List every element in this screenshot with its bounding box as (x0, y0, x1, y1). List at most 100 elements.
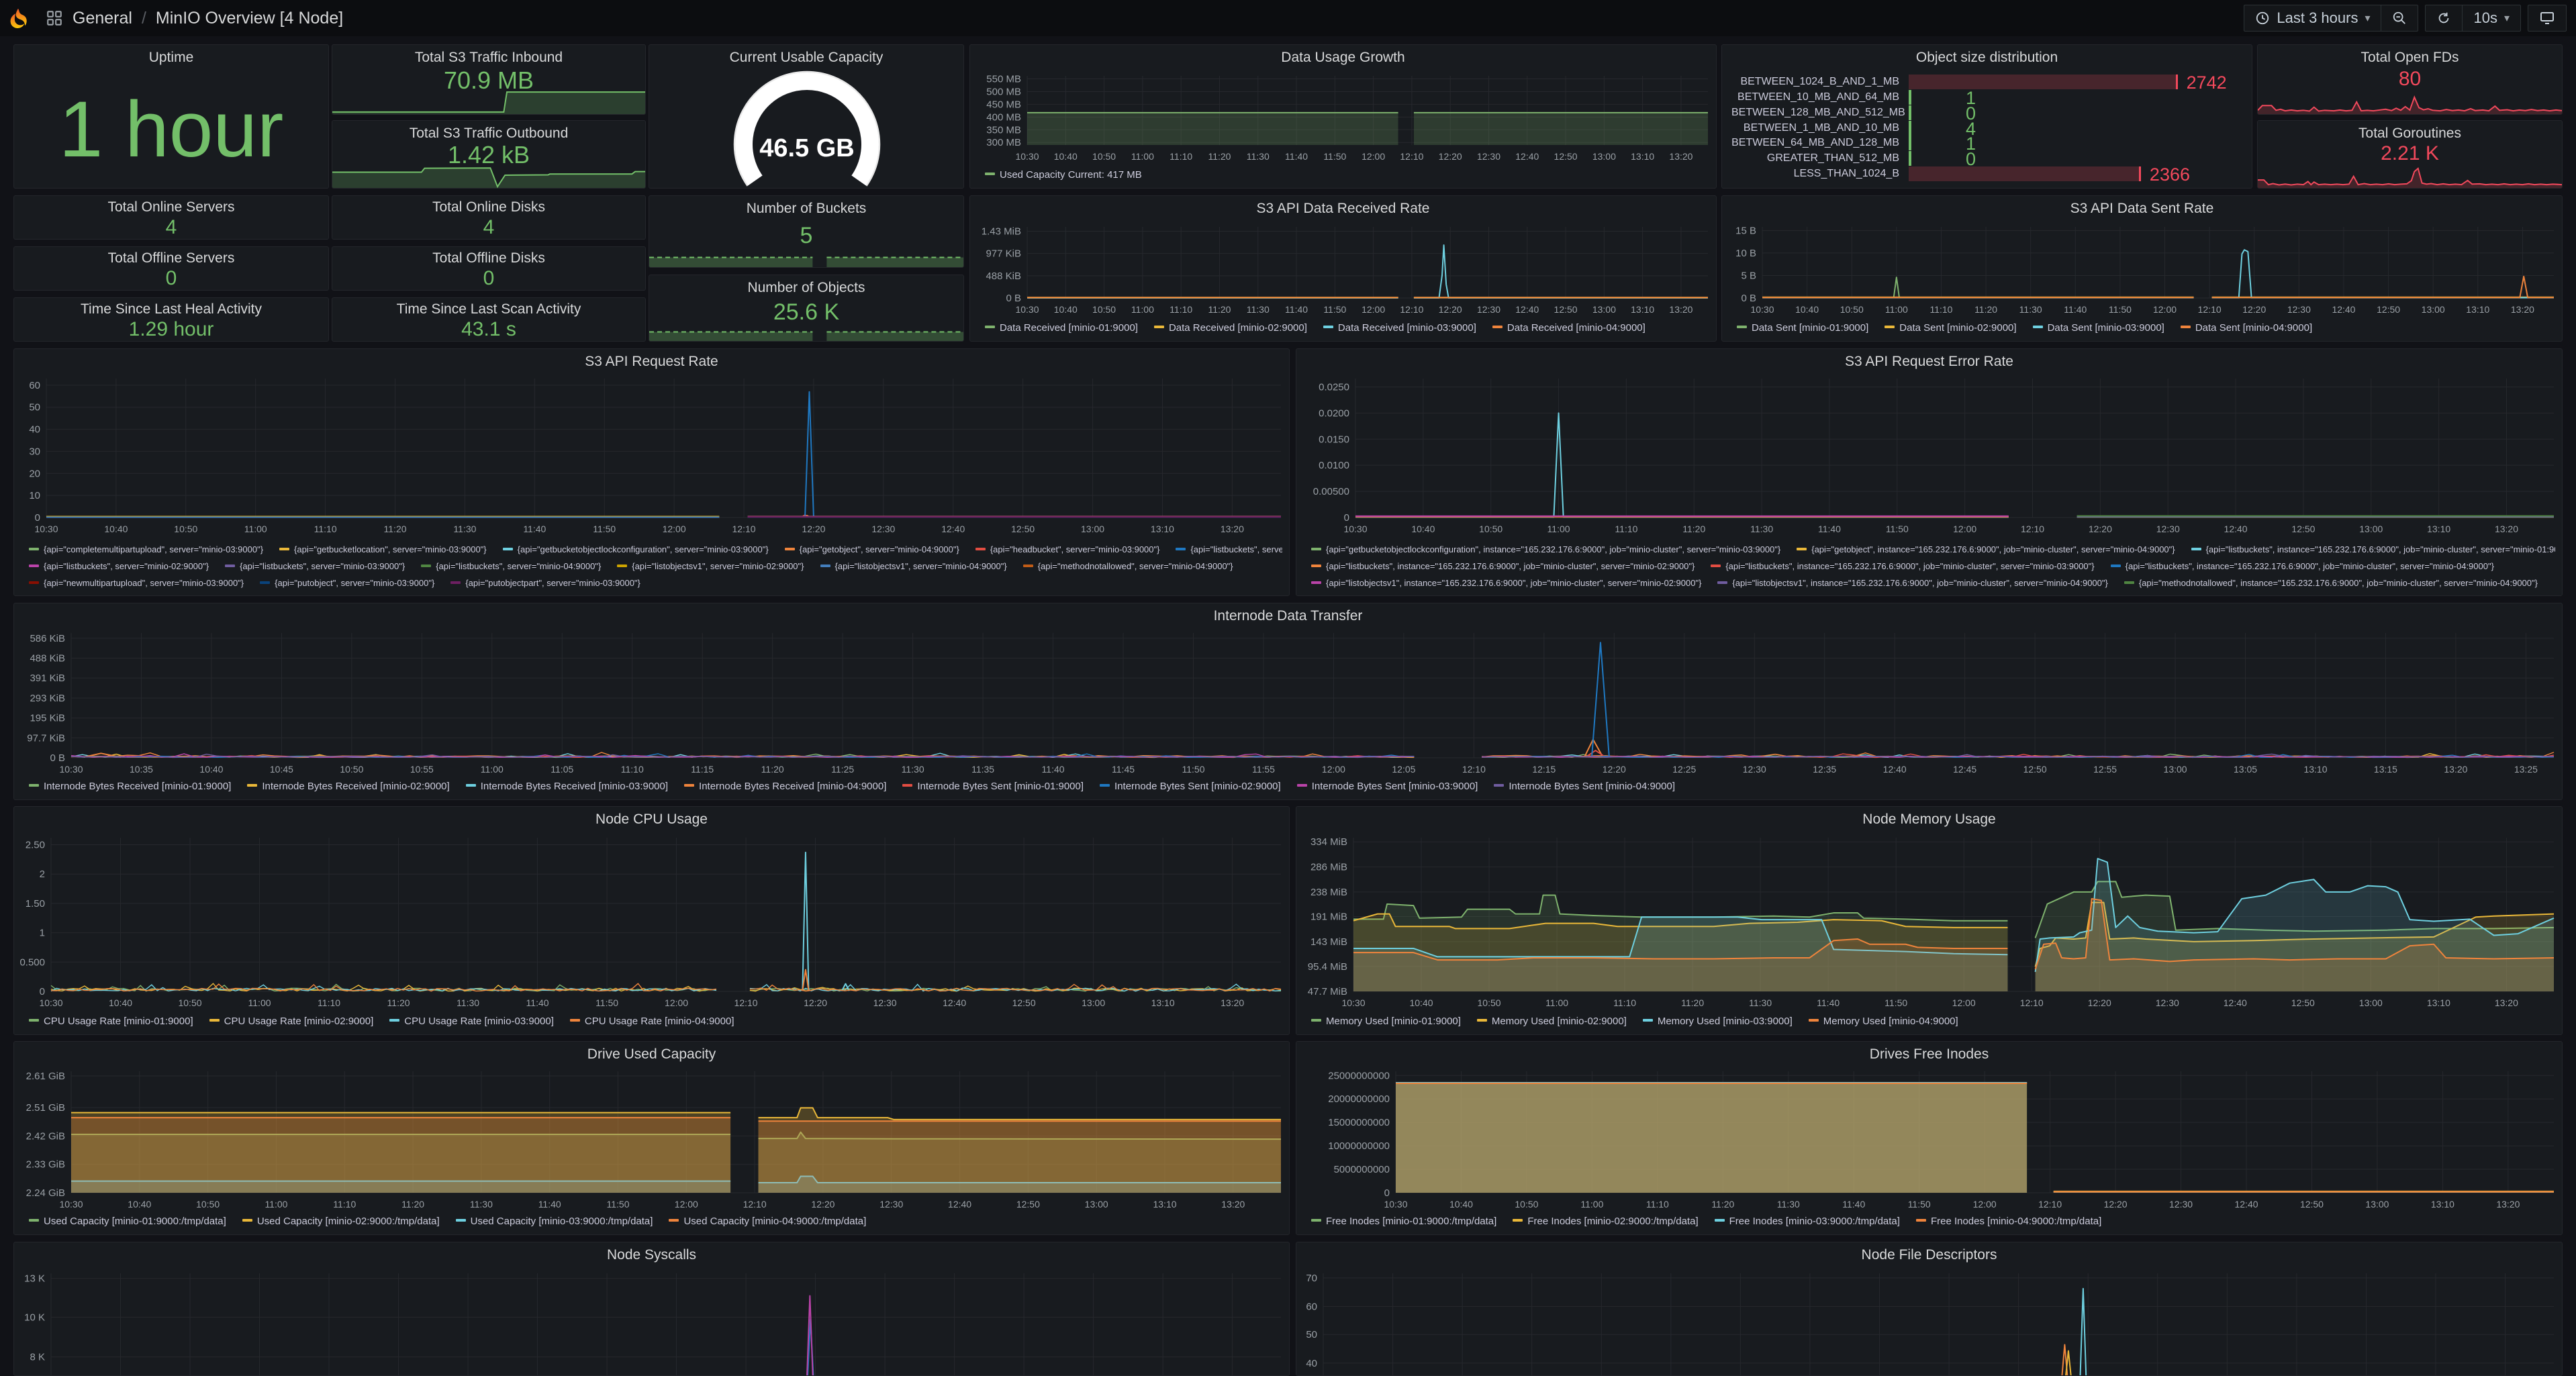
legend-item[interactable]: {api="listobjectsv1", server="minio-02:9… (617, 558, 804, 575)
panel-title[interactable]: Total Offline Servers (14, 247, 328, 267)
legend-item[interactable]: Data Received [minio-02:9000] (1154, 320, 1307, 337)
legend-item[interactable]: Data Sent [minio-02:9000] (1885, 320, 2016, 337)
legend-item[interactable]: {api="headbucket", server="minio-03:9000… (975, 541, 1160, 558)
legend-item[interactable]: Memory Used [minio-04:9000] (1809, 1013, 1958, 1030)
legend-item[interactable]: CPU Usage Rate [minio-04:9000] (570, 1013, 734, 1030)
legend-item[interactable]: Memory Used [minio-02:9000] (1477, 1013, 1627, 1030)
legend-item[interactable]: {api="methodnotallowed", server="minio-0… (1023, 558, 1233, 575)
dashboard-grid-icon[interactable] (46, 9, 63, 27)
page-title[interactable]: MinIO Overview [4 Node] (156, 9, 343, 28)
legend-item[interactable]: Internode Bytes Sent [minio-02:9000] (1100, 778, 1281, 795)
legend-item[interactable]: {api="listbuckets", instance="165.232.17… (2191, 541, 2555, 558)
legend-item[interactable]: Free Inodes [minio-04:9000:/tmp/data] (1916, 1213, 2101, 1230)
legend-item[interactable]: Data Sent [minio-01:9000] (1737, 320, 1868, 337)
error-rate-chart[interactable]: 00.005000.01000.01500.02000.025010:3010:… (1296, 373, 2562, 538)
internode-chart[interactable]: 0 B97.7 KiB195 KiB293 KiB391 KiB488 KiB5… (14, 628, 2562, 778)
legend-item[interactable]: CPU Usage Rate [minio-01:9000] (29, 1013, 193, 1030)
legend-item[interactable]: {api="getobject", server="minio-04:9000"… (785, 541, 959, 558)
legend-item[interactable]: Used Capacity [minio-04:9000:/tmp/data] (669, 1213, 866, 1230)
panel-title[interactable]: Total S3 Traffic Inbound (332, 45, 645, 70)
breadcrumb-section[interactable]: General (73, 9, 132, 28)
legend-item[interactable]: {api="listbuckets", instance="165.232.17… (2111, 558, 2494, 575)
free-inodes-chart[interactable]: 0500000000010000000000150000000002000000… (1296, 1066, 2562, 1213)
data-received-chart[interactable]: 0 B488 KiB977 KiB1.43 MiB10:3010:4010:50… (970, 222, 1716, 318)
panel-title[interactable]: Total Online Disks (332, 196, 645, 216)
legend-item[interactable]: {api="putobject", server="minio-03:9000"… (260, 575, 434, 591)
legend-item[interactable]: Internode Bytes Received [minio-02:9000] (247, 778, 449, 795)
grafana-logo[interactable] (0, 7, 36, 30)
panel-title[interactable]: Node File Descriptors (1296, 1242, 2562, 1268)
panel-title[interactable]: Node Memory Usage (1296, 807, 2562, 832)
panel-title[interactable]: Total S3 Traffic Outbound (332, 121, 645, 146)
panel-title[interactable]: Drives Free Inodes (1296, 1042, 2562, 1067)
refresh-interval-dropdown[interactable]: 10s ▾ (2462, 5, 2521, 32)
panel-title[interactable]: S3 API Data Received Rate (970, 196, 1716, 222)
panel-title[interactable]: S3 API Data Sent Rate (1722, 196, 2562, 222)
legend-item[interactable]: Data Received [minio-01:9000] (985, 320, 1138, 337)
legend-item[interactable]: Internode Bytes Received [minio-03:9000] (466, 778, 668, 795)
legend-item[interactable]: {api="listobjectsv1", instance="165.232.… (1311, 575, 1701, 591)
legend-item[interactable]: {api="listbuckets", server="minio-02:900… (29, 558, 209, 575)
legend-item[interactable]: {api="getobject", instance="165.232.176.… (1797, 541, 2175, 558)
drive-used-chart[interactable]: 2.24 GiB2.33 GiB2.42 GiB2.51 GiB2.61 GiB… (14, 1066, 1289, 1213)
file-descriptors-chart[interactable]: 70605040 (1296, 1268, 2562, 1375)
legend-item[interactable]: {api="getbucketobjectlockconfiguration",… (1311, 541, 1780, 558)
refresh-button[interactable] (2425, 5, 2462, 32)
panel-title[interactable]: Number of Buckets (649, 196, 963, 222)
legend-item[interactable]: {api="newmultipartupload", server="minio… (29, 575, 244, 591)
zoom-out-button[interactable] (2381, 5, 2418, 32)
legend-item[interactable]: {api="methodnotallowed", instance="165.2… (2124, 575, 2538, 591)
memory-chart[interactable]: 47.7 MiB95.4 MiB143 MiB191 MiB238 MiB286… (1296, 832, 2562, 1012)
legend-item[interactable]: Data Received [minio-04:9000] (1492, 320, 1645, 337)
data-sent-chart[interactable]: 0 B5 B10 B15 B10:3010:4010:5011:0011:101… (1722, 222, 2562, 318)
legend-item[interactable]: Internode Bytes Received [minio-04:9000] (684, 778, 886, 795)
panel-title[interactable]: Drive Used Capacity (14, 1042, 1289, 1067)
legend-item[interactable]: Data Received [minio-03:9000] (1323, 320, 1476, 337)
legend-item[interactable]: Used Capacity [minio-01:9000:/tmp/data] (29, 1213, 226, 1230)
panel-title[interactable]: Time Since Last Scan Activity (332, 298, 645, 318)
legend-item[interactable]: Free Inodes [minio-01:9000:/tmp/data] (1311, 1213, 1496, 1230)
legend-item[interactable]: {api="listbuckets", instance="165.232.17… (1311, 558, 1695, 575)
legend-item[interactable]: Internode Bytes Sent [minio-03:9000] (1297, 778, 1478, 795)
legend-item[interactable]: {api="listbuckets", server="minio-04:900… (421, 558, 601, 575)
legend-item[interactable]: Memory Used [minio-01:9000] (1311, 1013, 1461, 1030)
legend-item[interactable]: Used Capacity [minio-03:9000:/tmp/data] (456, 1213, 653, 1230)
legend-item[interactable]: Free Inodes [minio-02:9000:/tmp/data] (1513, 1213, 1698, 1230)
panel-title[interactable]: Total Open FDs (2258, 45, 2562, 70)
panel-title[interactable]: S3 API Request Rate (14, 349, 1289, 375)
legend-item[interactable]: Free Inodes [minio-03:9000:/tmp/data] (1715, 1213, 1900, 1230)
legend-item[interactable]: Used Capacity Current: 417 MB (985, 166, 1142, 184)
legend-item[interactable]: {api="putobjectpart", server="minio-03:9… (450, 575, 640, 591)
legend-item[interactable]: Memory Used [minio-03:9000] (1643, 1013, 1793, 1030)
legend-item[interactable]: {api="listobjectsv1", instance="165.232.… (1717, 575, 2107, 591)
panel-title[interactable]: Current Usable Capacity (649, 45, 963, 70)
panel-title[interactable]: Total Goroutines (2258, 121, 2562, 146)
syscalls-chart[interactable]: 13 K10 K8 K (14, 1268, 1289, 1375)
legend-item[interactable]: {api="getbucketobjectlockconfiguration",… (503, 541, 769, 558)
panel-title[interactable]: Total Online Servers (14, 196, 328, 216)
legend-item[interactable]: CPU Usage Rate [minio-02:9000] (209, 1013, 374, 1030)
panel-title[interactable]: Total Offline Disks (332, 247, 645, 267)
panel-title[interactable]: Time Since Last Heal Activity (14, 298, 328, 318)
tv-mode-button[interactable] (2528, 5, 2567, 32)
legend-item[interactable]: CPU Usage Rate [minio-03:9000] (389, 1013, 554, 1030)
legend-item[interactable]: Internode Bytes Sent [minio-04:9000] (1494, 778, 1675, 795)
legend-item[interactable]: {api="completemultipartupload", server="… (29, 541, 263, 558)
legend-item[interactable]: {api="listbuckets", server="minio-01:900… (1176, 541, 1282, 558)
data-usage-growth-chart[interactable]: 300 MB350 MB400 MB450 MB500 MB550 MB10:3… (970, 70, 1716, 165)
time-range-picker[interactable]: Last 3 hours ▾ (2244, 5, 2381, 32)
panel-title[interactable]: Object size distribution (1722, 45, 2252, 70)
panel-title[interactable]: Uptime (14, 45, 328, 70)
panel-title[interactable]: Internode Data Transfer (14, 603, 2562, 629)
panel-title[interactable]: Node CPU Usage (14, 807, 1289, 832)
legend-item[interactable]: Data Sent [minio-04:9000] (2181, 320, 2312, 337)
cpu-chart[interactable]: 00.50011.5022.5010:3010:4010:5011:0011:1… (14, 832, 1289, 1012)
panel-title[interactable]: Number of Objects (649, 275, 963, 301)
legend-item[interactable]: {api="listobjectsv1", server="minio-04:9… (820, 558, 1007, 575)
legend-item[interactable]: Internode Bytes Received [minio-01:9000] (29, 778, 231, 795)
panel-title[interactable]: Data Usage Growth (970, 45, 1716, 70)
panel-title[interactable]: S3 API Request Error Rate (1296, 349, 2562, 375)
legend-item[interactable]: {api="getbucketlocation", server="minio-… (279, 541, 487, 558)
panel-title[interactable]: Node Syscalls (14, 1242, 1289, 1268)
legend-item[interactable]: {api="listbuckets", server="minio-03:900… (225, 558, 405, 575)
